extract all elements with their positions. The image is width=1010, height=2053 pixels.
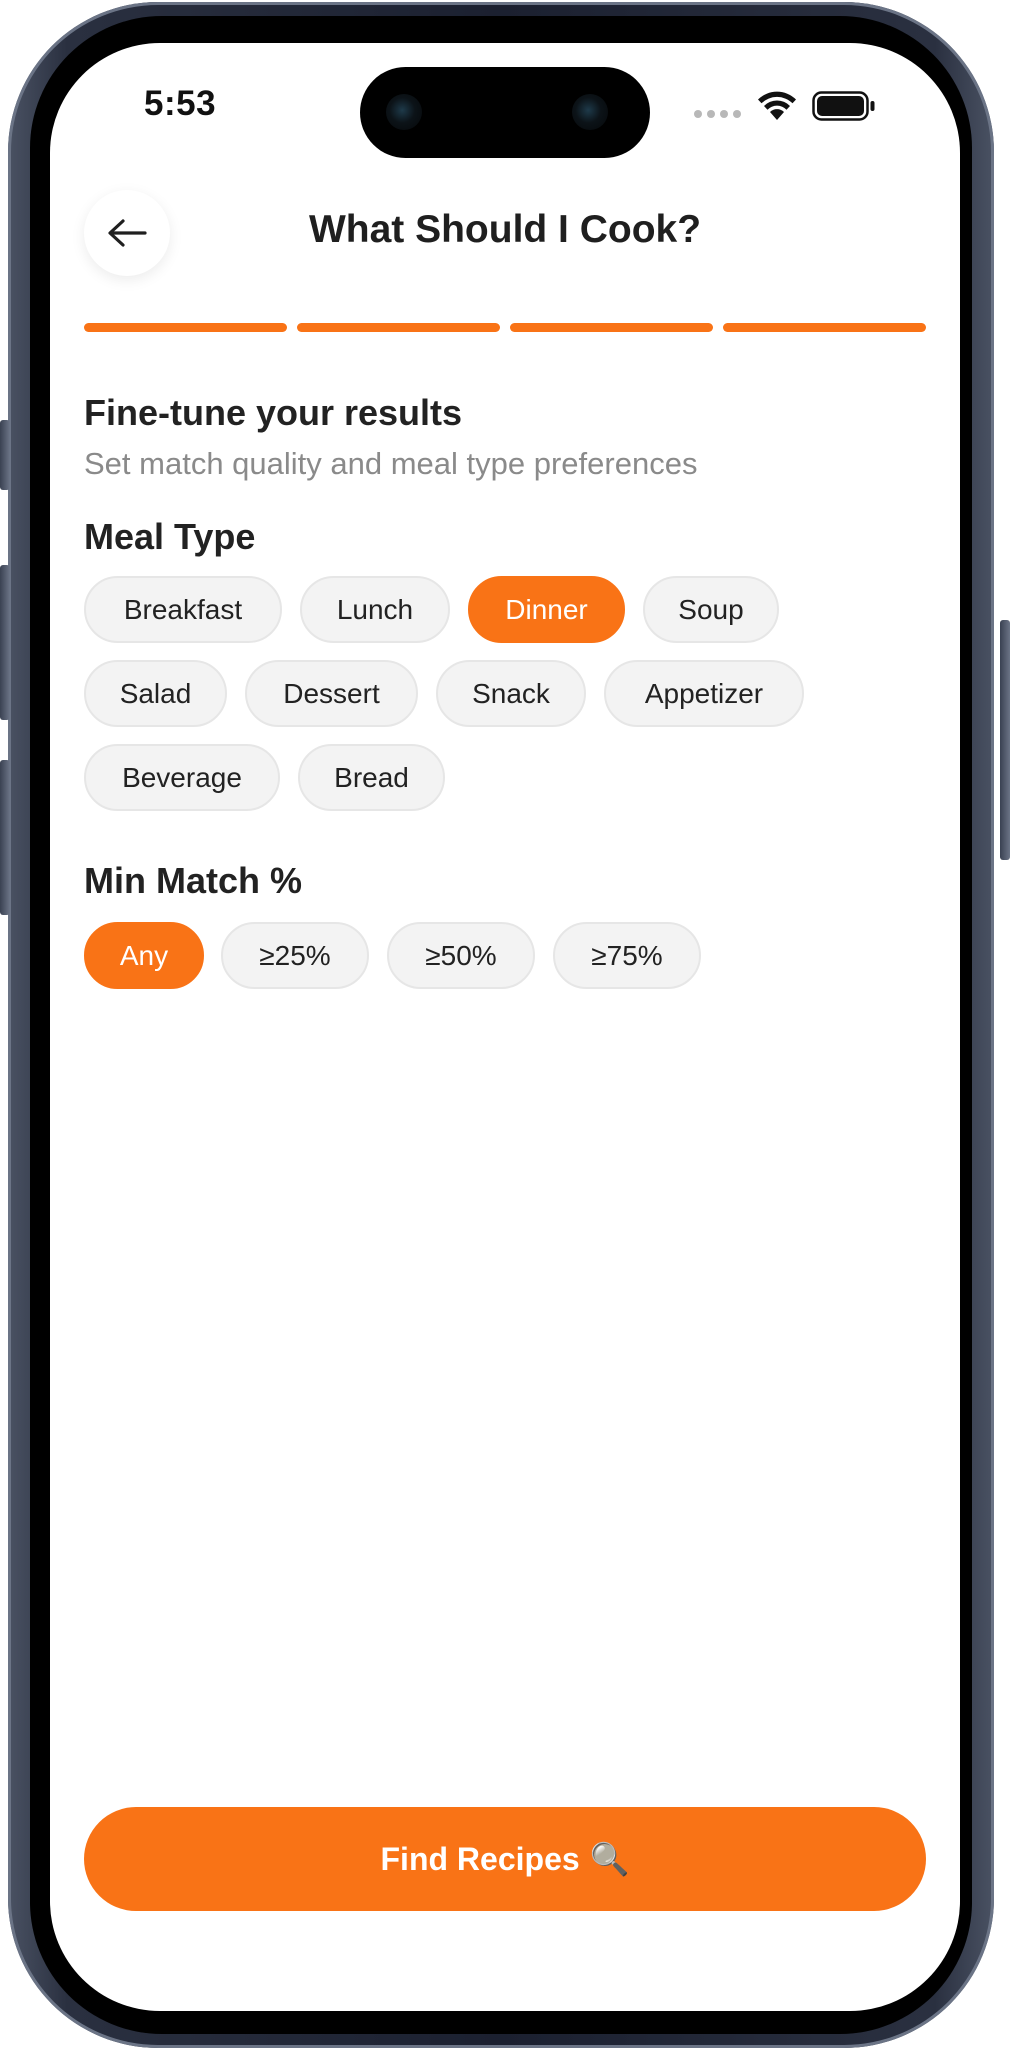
chip-meal-salad[interactable]: Salad — [84, 660, 227, 727]
chip-meal-breakfast[interactable]: Breakfast — [84, 576, 282, 643]
chip-meal-soup[interactable]: Soup — [643, 576, 779, 643]
screen — [50, 43, 960, 2011]
chip-meal-dessert[interactable]: Dessert — [245, 660, 418, 727]
chip-meal-bread[interactable]: Bread — [298, 744, 445, 811]
volume-up-button — [0, 565, 10, 720]
meal-type-label: Meal Type — [84, 516, 256, 557]
chip-match-any[interactable]: Any — [84, 922, 204, 989]
step-progress-bar — [84, 323, 926, 332]
progress-step-1 — [84, 323, 287, 332]
chip-match-25[interactable]: ≥25% — [221, 922, 369, 989]
chip-meal-lunch[interactable]: Lunch — [300, 576, 450, 643]
page-title: What Should I Cook? — [308, 208, 702, 251]
battery-icon — [812, 91, 875, 121]
progress-step-3 — [510, 323, 713, 332]
volume-down-button — [0, 760, 10, 915]
power-button — [1000, 620, 1010, 860]
progress-step-4 — [723, 323, 926, 332]
section-subtitle: Set match quality and meal type preferen… — [84, 446, 698, 481]
cellular-signal-icon — [694, 110, 741, 118]
section-title: Fine-tune your results — [84, 392, 463, 433]
action-button — [0, 420, 10, 490]
wifi-icon — [758, 91, 796, 120]
front-camera-icon — [386, 94, 422, 130]
chip-meal-beverage[interactable]: Beverage — [84, 744, 280, 811]
chip-meal-snack[interactable]: Snack — [436, 660, 586, 727]
find-recipes-button[interactable]: Find Recipes 🔍 — [84, 1807, 926, 1911]
chip-meal-appetizer[interactable]: Appetizer — [604, 660, 804, 727]
dynamic-island — [360, 67, 650, 158]
magnifier-icon: 🔍 — [589, 1841, 630, 1877]
chip-match-50[interactable]: ≥50% — [387, 922, 535, 989]
find-recipes-label: Find Recipes — [380, 1840, 580, 1877]
progress-step-2 — [297, 323, 500, 332]
chip-match-75[interactable]: ≥75% — [553, 922, 701, 989]
chip-meal-dinner[interactable]: Dinner — [468, 576, 625, 643]
status-time: 5:53 — [144, 84, 217, 123]
sensor-icon — [572, 94, 608, 130]
min-match-label: Min Match % — [84, 860, 303, 901]
